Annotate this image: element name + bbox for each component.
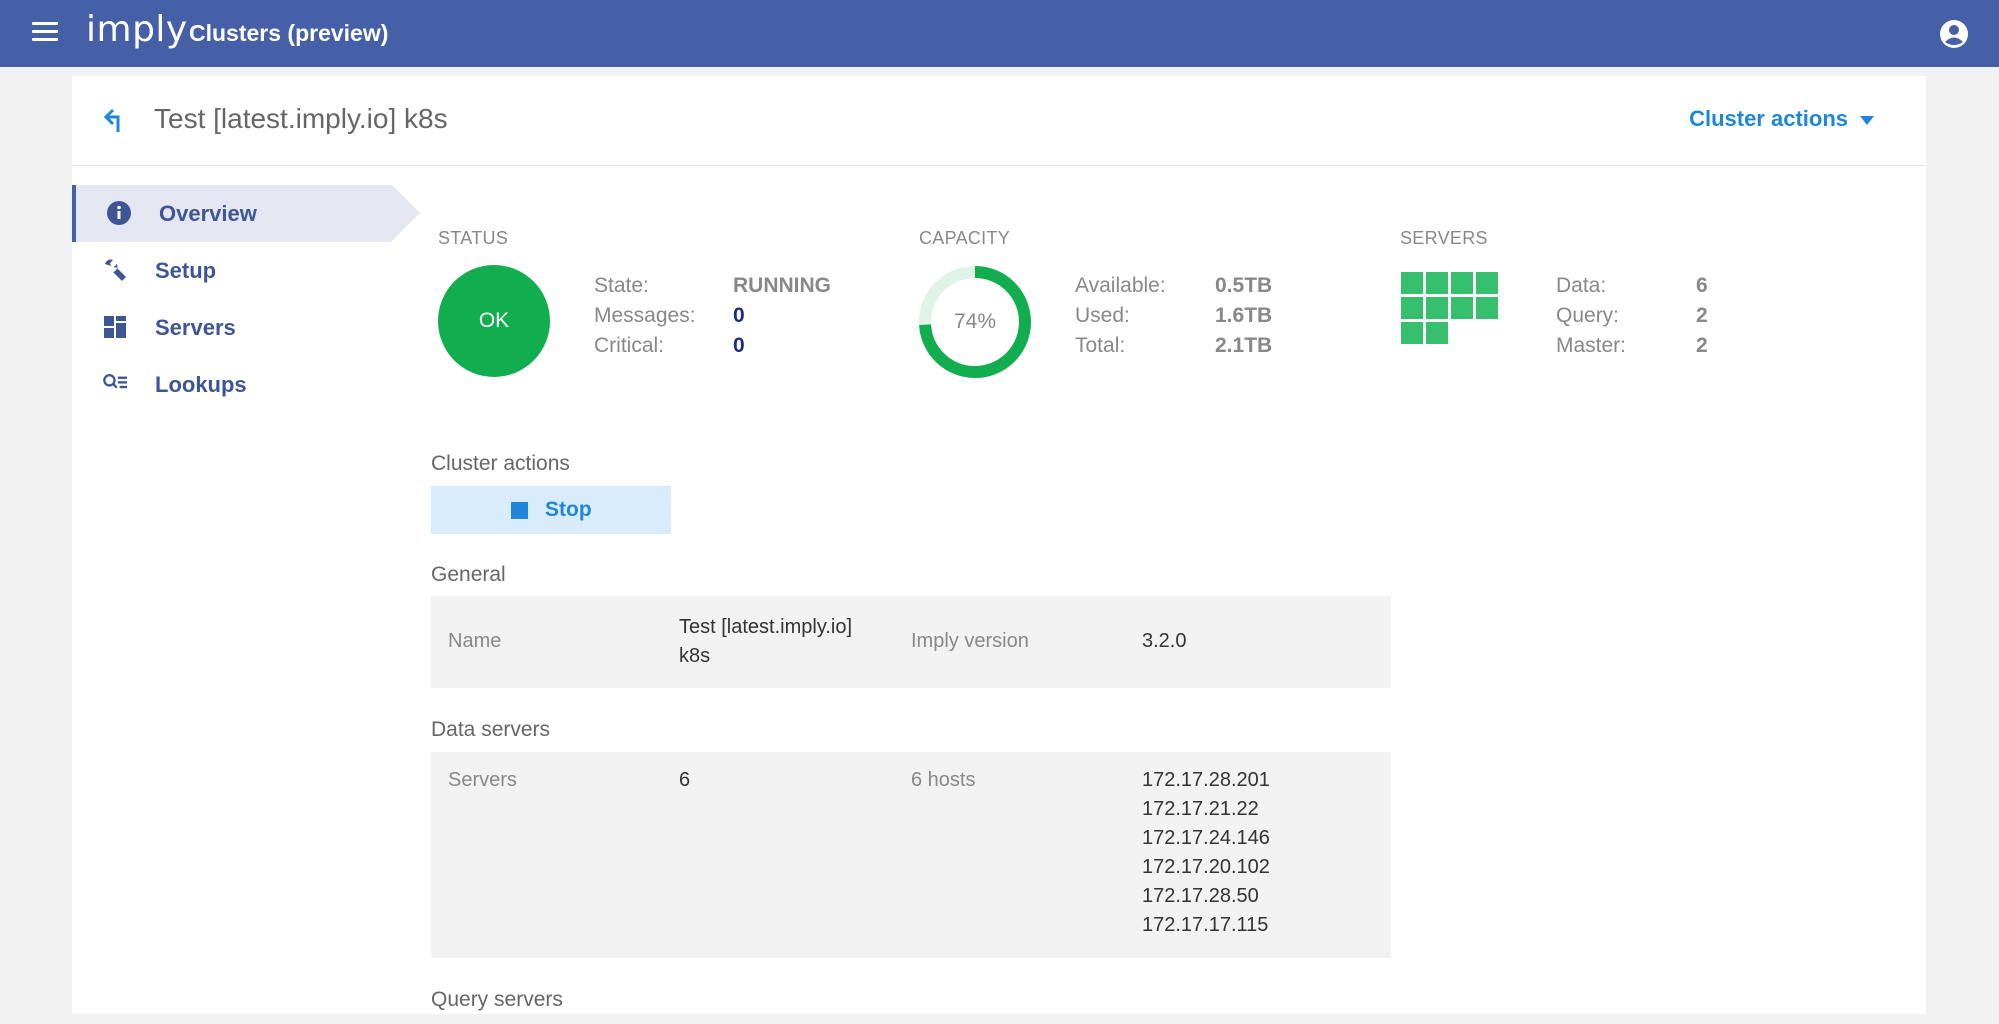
messages-label: Messages: [594, 304, 696, 327]
sidebar-item-lookups[interactable]: Lookups [72, 356, 392, 413]
cluster-actions-label: Cluster actions [1689, 106, 1848, 131]
cluster-title: Test [latest.imply.io] k8s [154, 103, 448, 134]
server-block [1401, 322, 1423, 344]
available-value: 0.5TB [1215, 274, 1273, 297]
host-ip: 172.17.20.102 [1142, 856, 1270, 878]
general-table: Name Test [latest.imply.io] k8s Imply ve… [431, 596, 1391, 688]
grid-icon [104, 316, 126, 338]
query-servers-value: 2 [1696, 304, 1708, 327]
wrench-icon [105, 259, 126, 281]
caret-down-icon [1860, 115, 1874, 125]
servers-grid [1401, 272, 1501, 352]
capacity-title: CAPACITY [919, 228, 1011, 248]
app-title: Clusters (preview) [189, 20, 389, 46]
master-servers-value: 2 [1696, 334, 1708, 357]
top-bar: imply Clusters (preview) [0, 0, 1999, 67]
used-value: 1.6TB [1215, 304, 1273, 327]
host-ip: 172.17.24.146 [1142, 827, 1270, 849]
server-block [1426, 272, 1448, 294]
name-value: Test [latest.imply.io] k8s [679, 613, 852, 671]
servers-title: SERVERS [1400, 228, 1488, 248]
master-servers-label: Master: [1556, 334, 1627, 357]
servers-count-value: 6 [679, 769, 691, 791]
critical-label: Critical: [594, 334, 665, 357]
sidebar-item-label: Servers [155, 315, 236, 340]
stop-icon [511, 502, 528, 519]
back-arrow-icon[interactable] [102, 106, 130, 134]
host-ip: 172.17.21.22 [1142, 798, 1259, 820]
server-block [1401, 297, 1423, 319]
sidebar-item-label: Lookups [155, 372, 247, 397]
stop-button-label: Stop [545, 498, 592, 521]
data-servers-title: Data servers [431, 718, 551, 741]
imply-version-value: 3.2.0 [1142, 630, 1187, 652]
server-block [1476, 297, 1498, 319]
general-title: General [431, 563, 506, 586]
query-servers-label: Query: [1556, 304, 1620, 327]
name-value-line: Test [latest.imply.io] [679, 616, 853, 638]
capacity-percent: 74% [953, 310, 997, 333]
sidebar-item-servers[interactable]: Servers [72, 299, 392, 356]
server-block [1426, 322, 1448, 344]
used-label: Used: [1075, 304, 1130, 327]
stop-button[interactable]: Stop [431, 486, 671, 534]
sidebar-item-label: Setup [155, 258, 217, 283]
data-servers-label: Data: [1556, 274, 1607, 297]
data-servers-value: 6 [1696, 274, 1708, 297]
name-value-line: k8s [679, 645, 711, 667]
info-icon [107, 201, 131, 225]
available-label: Available: [1075, 274, 1166, 297]
server-block [1451, 297, 1473, 319]
imply-version-label: Imply version [911, 630, 1029, 652]
critical-value: 0 [733, 334, 745, 357]
lookup-icon [103, 374, 128, 389]
panel-header: Test [latest.imply.io] k8s Cluster actio… [72, 76, 1926, 166]
name-label: Name [448, 630, 502, 652]
host-list: 172.17.28.201 172.17.21.22 172.17.24.146… [1142, 766, 1270, 940]
sidebar-item-overview[interactable]: Overview [72, 185, 420, 242]
sidebar-item-label: Overview [159, 201, 257, 226]
state-label: State: [594, 274, 649, 297]
total-label: Total: [1075, 334, 1126, 357]
servers-count-label: Servers [448, 769, 517, 791]
status-title: STATUS [438, 228, 509, 248]
messages-value: 0 [733, 304, 745, 327]
host-ip: 172.17.28.50 [1142, 885, 1259, 907]
cluster-actions-title: Cluster actions [431, 452, 570, 475]
cluster-actions-dropdown[interactable]: Cluster actions [1689, 106, 1874, 132]
server-block [1476, 272, 1498, 294]
server-block [1426, 297, 1448, 319]
cluster-panel: Test [latest.imply.io] k8s Cluster actio… [72, 76, 1926, 1014]
hosts-label: 6 hosts [911, 769, 976, 791]
status-badge: OK [438, 265, 550, 377]
user-account-icon[interactable] [1939, 19, 1969, 49]
host-ip: 172.17.17.115 [1142, 914, 1269, 936]
server-block [1451, 272, 1473, 294]
state-value: RUNNING [733, 274, 831, 297]
total-value: 2.1TB [1215, 334, 1273, 357]
sidebar-item-setup[interactable]: Setup [72, 242, 392, 299]
hamburger-menu-icon[interactable] [32, 22, 58, 44]
host-ip: 172.17.28.201 [1142, 769, 1270, 791]
data-servers-table: Servers 6 6 hosts 172.17.28.201 172.17.2… [431, 752, 1391, 958]
imply-logo[interactable]: imply [86, 9, 188, 50]
query-servers-title: Query servers [431, 988, 563, 1011]
server-block [1401, 272, 1423, 294]
